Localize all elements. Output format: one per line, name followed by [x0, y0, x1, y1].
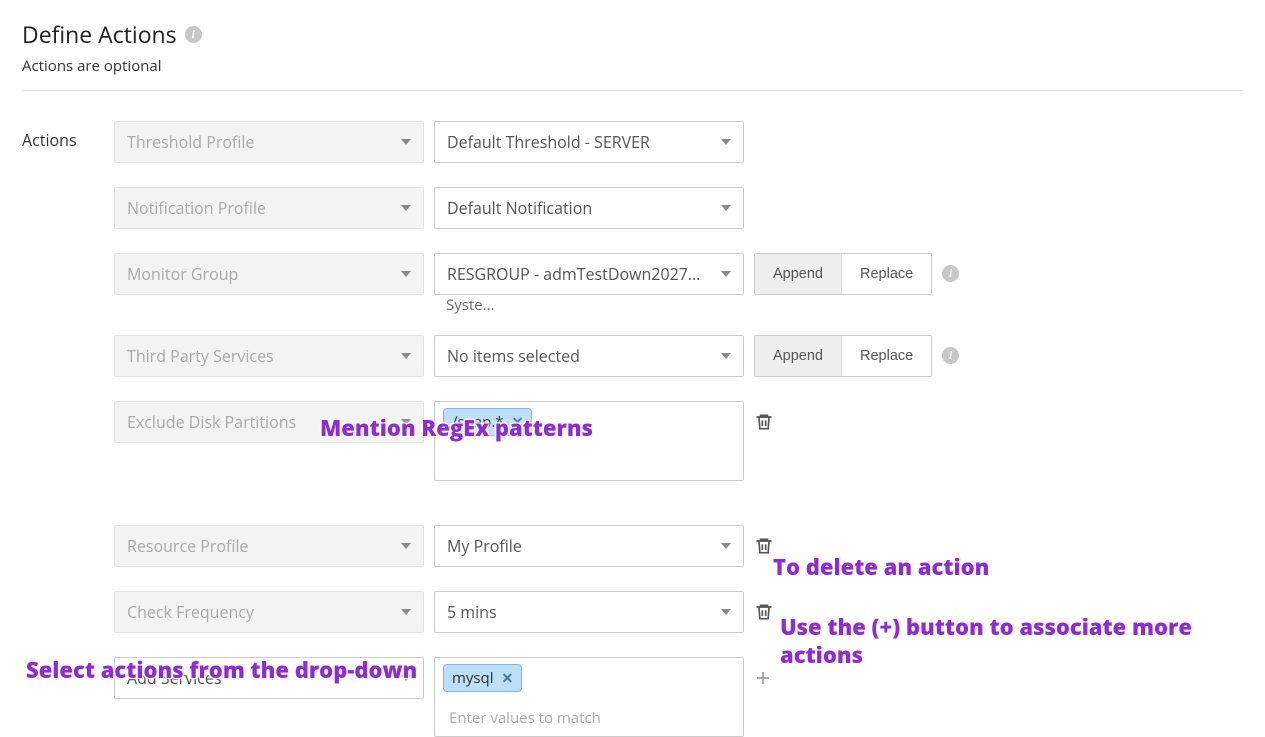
info-icon[interactable]: i — [942, 347, 959, 364]
selector-label: Resource Profile — [127, 535, 249, 557]
close-icon[interactable]: ✕ — [502, 669, 514, 688]
append-button[interactable]: Append — [755, 336, 841, 376]
third-party-value[interactable]: No items selected — [434, 335, 744, 377]
actions-label: Actions — [22, 121, 114, 737]
replace-button[interactable]: Replace — [841, 254, 931, 294]
tag-label: mysql — [452, 668, 494, 688]
chevron-down-icon — [721, 543, 731, 549]
check-frequency-value[interactable]: 5 mins — [434, 591, 744, 633]
plus-icon[interactable] — [754, 669, 772, 687]
tag-mysql[interactable]: mysql ✕ — [443, 664, 522, 692]
resource-profile-selector[interactable]: Resource Profile — [114, 525, 424, 567]
chevron-down-icon — [401, 271, 411, 277]
trash-icon[interactable] — [754, 601, 774, 623]
monitor-group-mode: Append Replace — [754, 253, 932, 295]
chevron-down-icon — [401, 205, 411, 211]
chevron-down-icon — [721, 609, 731, 615]
chevron-down-icon — [401, 675, 411, 681]
trash-icon[interactable] — [754, 411, 774, 433]
chevron-down-icon — [721, 271, 731, 277]
monitor-group-overflow: Syste... — [446, 295, 494, 315]
replace-button[interactable]: Replace — [841, 336, 931, 376]
selector-label: Add Services — [127, 667, 221, 689]
selector-label: Threshold Profile — [127, 131, 254, 153]
monitor-group-value[interactable]: RESGROUP - admTestDown2027rg- — [434, 253, 744, 295]
notification-profile-selector[interactable]: Notification Profile — [114, 187, 424, 229]
value-text: Default Notification — [447, 197, 592, 219]
threshold-profile-value[interactable]: Default Threshold - SERVER — [434, 121, 744, 163]
info-icon[interactable]: i — [185, 26, 202, 43]
tag-input-placeholder[interactable]: Enter values to match — [449, 708, 601, 728]
threshold-profile-selector[interactable]: Threshold Profile — [114, 121, 424, 163]
info-icon[interactable]: i — [942, 265, 959, 282]
add-services-selector[interactable]: Add Services — [114, 657, 424, 699]
append-button[interactable]: Append — [755, 254, 841, 294]
chevron-down-icon — [401, 419, 411, 425]
selector-label: Monitor Group — [127, 263, 238, 285]
page-subtitle: Actions are optional — [22, 56, 1243, 76]
divider — [22, 90, 1243, 91]
chevron-down-icon — [401, 139, 411, 145]
check-frequency-selector[interactable]: Check Frequency — [114, 591, 424, 633]
chevron-down-icon — [721, 353, 731, 359]
chevron-down-icon — [721, 139, 731, 145]
tag-label: /snap.* — [452, 412, 504, 432]
page-title: Define Actions — [22, 18, 177, 50]
selector-label: Exclude Disk Partitions — [127, 411, 296, 433]
value-text: Default Threshold - SERVER — [447, 131, 650, 153]
add-services-tags[interactable]: mysql ✕ Enter values to match — [434, 657, 744, 737]
chevron-down-icon — [401, 543, 411, 549]
resource-profile-value[interactable]: My Profile — [434, 525, 744, 567]
value-text: RESGROUP - admTestDown2027rg- — [447, 263, 705, 285]
monitor-group-selector[interactable]: Monitor Group — [114, 253, 424, 295]
tag-snap[interactable]: /snap.* ✕ — [443, 408, 532, 436]
selector-label: Third Party Services — [127, 345, 274, 367]
value-text: No items selected — [447, 345, 580, 367]
trash-icon[interactable] — [754, 535, 774, 557]
exclude-disk-selector[interactable]: Exclude Disk Partitions — [114, 401, 424, 443]
notification-profile-value[interactable]: Default Notification — [434, 187, 744, 229]
chevron-down-icon — [721, 205, 731, 211]
third-party-mode: Append Replace — [754, 335, 932, 377]
value-text: My Profile — [447, 535, 522, 557]
selector-label: Check Frequency — [127, 601, 254, 623]
selector-label: Notification Profile — [127, 197, 266, 219]
chevron-down-icon — [401, 609, 411, 615]
third-party-selector[interactable]: Third Party Services — [114, 335, 424, 377]
exclude-disk-tags[interactable]: /snap.* ✕ — [434, 401, 744, 481]
close-icon[interactable]: ✕ — [512, 413, 524, 432]
value-text: 5 mins — [447, 601, 497, 623]
chevron-down-icon — [401, 353, 411, 359]
